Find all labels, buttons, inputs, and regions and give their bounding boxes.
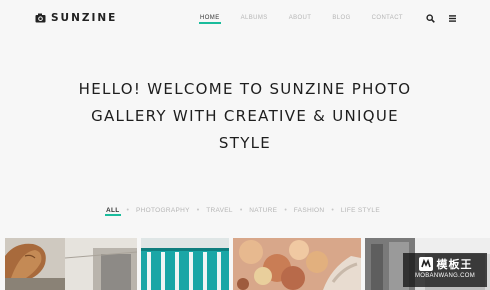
nav-item-albums[interactable]: ALBUMS — [241, 15, 268, 21]
nav-item-contact[interactable]: CONTACT — [372, 15, 403, 21]
filter-nature[interactable]: NATURE — [249, 207, 277, 214]
filter-photography[interactable]: PHOTOGRAPHY — [136, 207, 190, 214]
filter-separator: • — [126, 207, 129, 214]
nav-item-about[interactable]: ABOUT — [289, 15, 312, 21]
filter-travel[interactable]: TRAVEL — [206, 207, 233, 214]
filter-separator: • — [239, 207, 243, 214]
filter-fashion[interactable]: FASHION — [294, 207, 325, 214]
gallery-tile-flowers[interactable] — [233, 238, 361, 290]
hero-section: HELLO! WELCOME TO SUNZINE PHOTO GALLERY … — [0, 76, 490, 157]
watermark-url: MOBANWANG.COM — [414, 273, 475, 279]
gallery-tile-teal-stripes[interactable] — [141, 238, 229, 290]
gallery-filters: ALL • PHOTOGRAPHY • TRAVEL • NATURE • FA… — [105, 207, 380, 216]
filter-life-style[interactable]: LIFE STYLE — [341, 207, 380, 214]
filter-separator: • — [284, 207, 287, 214]
logo-text: SUNZINE — [51, 12, 118, 24]
filter-separator: • — [331, 207, 334, 214]
filter-all[interactable]: ALL — [105, 207, 121, 216]
gallery-image-teal-stripes — [141, 238, 229, 290]
gallery-image-flowers — [233, 238, 361, 290]
nav-item-home[interactable]: HOME — [199, 15, 221, 24]
hero-title: HELLO! WELCOME TO SUNZINE PHOTO GALLERY … — [78, 80, 412, 152]
gallery-image-bread — [5, 238, 137, 290]
search-icon[interactable] — [426, 14, 435, 23]
logo[interactable]: SUNZINE — [35, 12, 117, 24]
menu-icon[interactable] — [448, 14, 457, 23]
filter-separator: • — [196, 207, 200, 214]
camera-icon — [35, 13, 46, 23]
header-actions — [426, 14, 457, 23]
watermark-top: 模板王 — [403, 256, 487, 272]
page: SUNZINE HOME ALBUMS ABOUT BLOG CONTACT H… — [0, 0, 490, 290]
site-header: SUNZINE HOME ALBUMS ABOUT BLOG CONTACT — [0, 0, 490, 40]
gallery-tile-bread[interactable] — [5, 238, 137, 290]
main-nav: HOME ALBUMS ABOUT BLOG CONTACT — [199, 15, 424, 24]
watermark-badge: 模板王 MOBANWANG.COM — [403, 253, 487, 287]
watermark-title: 模板王 — [436, 258, 473, 271]
watermark-logo-icon — [418, 257, 433, 271]
nav-item-blog[interactable]: BLOG — [332, 15, 350, 21]
